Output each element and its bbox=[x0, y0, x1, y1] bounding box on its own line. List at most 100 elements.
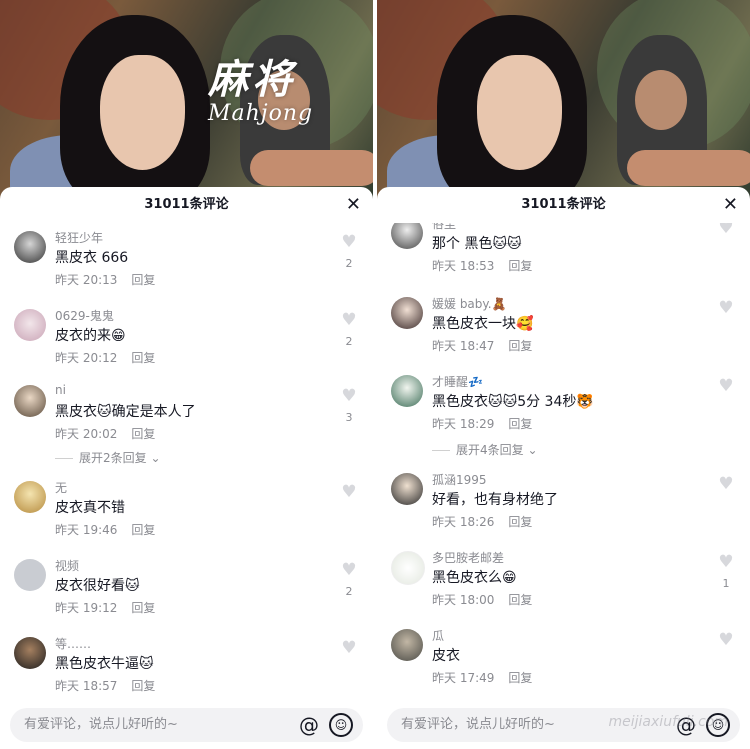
comment-item[interactable]: 0629-鬼鬼 皮衣的来😁 昨天 20:12 回复 ♥ 2 bbox=[0, 303, 373, 373]
comment-item[interactable]: 轻狂少年 黑皮衣 666 昨天 20:13 回复 ♥ 2 bbox=[0, 225, 373, 295]
heart-icon[interactable]: ♥ bbox=[716, 299, 736, 317]
comment-list[interactable]: 俗尘 那个 黑色🐱🐱 昨天 18:53 回复 ♥ 媛媛 baby.🧸 黑色皮衣一块… bbox=[377, 223, 750, 703]
heart-icon[interactable]: ♥ bbox=[716, 223, 736, 237]
avatar[interactable] bbox=[14, 231, 46, 263]
expand-replies-label[interactable]: 展开4条回复 bbox=[456, 443, 524, 457]
avatar[interactable] bbox=[391, 375, 423, 407]
heart-icon[interactable]: ♥ bbox=[716, 631, 736, 649]
comment-username[interactable]: 媛媛 baby.🧸 bbox=[432, 295, 507, 312]
like-button[interactable]: ♥ 3 bbox=[339, 387, 359, 424]
comment-item[interactable]: 才睡醒💤 黑色皮衣🐱🐱5分 34秒🐯 昨天 18:29 回复 ♥ bbox=[377, 369, 750, 439]
heart-icon[interactable]: ♥ bbox=[339, 561, 359, 579]
comment-username[interactable]: 才睡醒💤 bbox=[432, 373, 483, 390]
comment-input-placeholder[interactable]: 有爱评论，说点儿好听的~ bbox=[401, 708, 555, 742]
heart-icon[interactable]: ♥ bbox=[339, 233, 359, 251]
comment-username[interactable]: 孤涵1995 bbox=[432, 471, 487, 488]
avatar[interactable] bbox=[391, 297, 423, 329]
comment-item[interactable]: 视频 皮衣很好看🐱 昨天 19:12 回复 ♥ 2 bbox=[0, 553, 373, 623]
comment-item[interactable]: 孤涵1995 好看，也有身材绝了 昨天 18:26 回复 ♥ bbox=[377, 467, 750, 537]
avatar[interactable] bbox=[14, 309, 46, 341]
like-count: 2 bbox=[345, 585, 353, 598]
reply-button[interactable]: 回复 bbox=[131, 523, 155, 537]
comment-username[interactable]: 轻狂少年 bbox=[55, 229, 103, 246]
like-button[interactable]: ♥ bbox=[339, 483, 359, 507]
expand-replies-label[interactable]: 展开2条回复 bbox=[79, 451, 147, 465]
comment-list[interactable]: 轻狂少年 黑皮衣 666 昨天 20:13 回复 ♥ 2 0629-鬼鬼 皮衣的来😁… bbox=[0, 223, 373, 703]
comment-time: 昨天 20:12 bbox=[55, 351, 118, 365]
comment-input[interactable]: 有爱评论，说点儿好听的~ @ ☺ bbox=[10, 708, 363, 742]
close-icon[interactable]: ✕ bbox=[346, 187, 361, 223]
reply-button[interactable]: 回复 bbox=[508, 671, 532, 685]
like-button[interactable]: ♥ 2 bbox=[339, 561, 359, 598]
comment-username[interactable]: 无 bbox=[55, 479, 67, 496]
comment-item[interactable]: 无 皮衣真不错 昨天 19:46 回复 ♥ bbox=[0, 475, 373, 545]
comment-count: 31011条评论 bbox=[521, 197, 606, 212]
reply-button[interactable]: 回复 bbox=[131, 601, 155, 615]
comment-text: 那个 黑色🐱🐱 bbox=[432, 236, 522, 252]
avatar[interactable] bbox=[391, 473, 423, 505]
comment-username[interactable]: 俗尘 bbox=[432, 223, 456, 232]
reply-button[interactable]: 回复 bbox=[131, 351, 155, 365]
comment-username[interactable]: 0629-鬼鬼 bbox=[55, 307, 114, 324]
comment-text: 黑皮衣🐱确定是本人了 bbox=[55, 404, 196, 420]
avatar[interactable] bbox=[391, 629, 423, 661]
reply-button[interactable]: 回复 bbox=[508, 417, 532, 431]
reply-button[interactable]: 回复 bbox=[131, 679, 155, 693]
reply-button[interactable]: 回复 bbox=[508, 259, 532, 273]
drama-title-art: 麻将 Mahjong bbox=[208, 58, 313, 126]
comment-item[interactable]: ni 黑皮衣🐱确定是本人了 昨天 20:02 回复 ♥ 3 bbox=[0, 379, 373, 449]
expand-replies-button[interactable]: 展开2条回复 ⌄ bbox=[55, 449, 161, 466]
like-button[interactable]: ♥ bbox=[716, 475, 736, 499]
comment-time: 昨天 18:26 bbox=[432, 515, 495, 529]
like-count: 2 bbox=[345, 257, 353, 270]
comment-sheet-header: 31011条评论 ✕ bbox=[377, 187, 750, 223]
expand-replies-button[interactable]: 展开4条回复 ⌄ bbox=[432, 441, 538, 458]
reply-button[interactable]: 回复 bbox=[131, 427, 155, 441]
comment-item[interactable]: 等…… 黑色皮衣牛逼🐱 昨天 18:57 回复 ♥ bbox=[0, 631, 373, 701]
avatar[interactable] bbox=[14, 385, 46, 417]
like-button[interactable]: ♥ bbox=[339, 639, 359, 663]
comment-username[interactable]: 瓜 bbox=[432, 627, 444, 644]
comment-username[interactable]: 视频 bbox=[55, 557, 79, 574]
like-button[interactable]: ♥ bbox=[716, 377, 736, 401]
comment-time: 昨天 19:46 bbox=[55, 523, 118, 537]
comment-username[interactable]: 多巴胺老邮差 bbox=[432, 549, 504, 566]
comment-input-placeholder[interactable]: 有爱评论，说点儿好听的~ bbox=[24, 708, 178, 742]
comment-item[interactable]: 多巴胺老邮差 黑色皮衣么😁 昨天 18:00 回复 ♥ 1 bbox=[377, 545, 750, 615]
avatar[interactable] bbox=[391, 223, 423, 249]
like-button[interactable]: ♥ 2 bbox=[339, 311, 359, 348]
reply-button[interactable]: 回复 bbox=[508, 339, 532, 353]
reply-button[interactable]: 回复 bbox=[508, 515, 532, 529]
comment-username[interactable]: 等…… bbox=[55, 635, 91, 652]
avatar[interactable] bbox=[391, 551, 425, 585]
like-count: 2 bbox=[345, 335, 353, 348]
heart-icon[interactable]: ♥ bbox=[716, 553, 736, 571]
comment-time: 昨天 20:02 bbox=[55, 427, 118, 441]
comment-item[interactable]: 媛媛 baby.🧸 黑色皮衣一块🥰 昨天 18:47 回复 ♥ bbox=[377, 291, 750, 361]
like-button[interactable]: ♥ 1 bbox=[716, 553, 736, 590]
comment-item[interactable]: 瓜 皮衣 昨天 17:49 回复 ♥ bbox=[377, 623, 750, 693]
like-button[interactable]: ♥ 2 bbox=[339, 233, 359, 270]
heart-icon[interactable]: ♥ bbox=[716, 475, 736, 493]
avatar[interactable] bbox=[14, 481, 46, 513]
avatar[interactable] bbox=[14, 559, 46, 591]
like-button[interactable]: ♥ bbox=[716, 223, 736, 243]
like-button[interactable]: ♥ bbox=[716, 631, 736, 655]
comment-text: 皮衣的来😁 bbox=[55, 328, 126, 344]
heart-icon[interactable]: ♥ bbox=[339, 311, 359, 329]
like-button[interactable]: ♥ bbox=[716, 299, 736, 323]
comment-count: 31011条评论 bbox=[144, 197, 229, 212]
comment-item[interactable]: 俗尘 那个 黑色🐱🐱 昨天 18:53 回复 ♥ bbox=[377, 223, 750, 281]
emoji-icon[interactable]: ☺ bbox=[329, 713, 353, 737]
reply-button[interactable]: 回复 bbox=[131, 273, 155, 287]
comment-username[interactable]: ni bbox=[55, 383, 66, 397]
heart-icon[interactable]: ♥ bbox=[716, 377, 736, 395]
heart-icon[interactable]: ♥ bbox=[339, 483, 359, 501]
avatar[interactable] bbox=[14, 637, 46, 669]
mention-icon[interactable]: @ bbox=[299, 708, 319, 742]
close-icon[interactable]: ✕ bbox=[723, 187, 738, 223]
like-count: 1 bbox=[722, 577, 730, 590]
heart-icon[interactable]: ♥ bbox=[339, 639, 359, 657]
heart-icon[interactable]: ♥ bbox=[339, 387, 359, 405]
reply-button[interactable]: 回复 bbox=[508, 593, 532, 607]
